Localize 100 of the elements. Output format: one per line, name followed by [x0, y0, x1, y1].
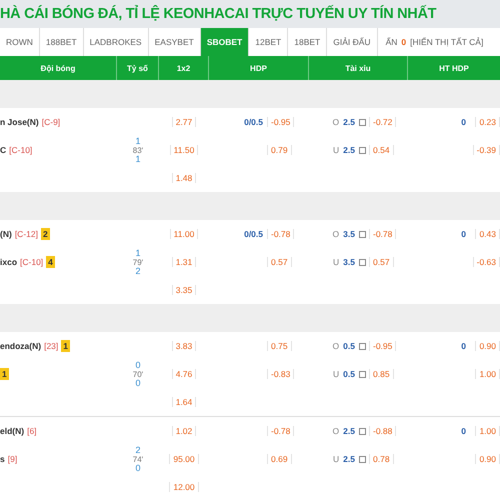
over-under-label: O [332, 229, 340, 239]
odds-value[interactable]: 3.35 [172, 285, 196, 295]
team-name: C [0, 145, 6, 155]
odds-value[interactable]: 1.02 [172, 426, 196, 436]
match-minute: 79' [132, 258, 144, 266]
total-line: 3.5 [343, 229, 355, 239]
column-header: HT HDP [438, 62, 470, 74]
odds-value[interactable]: 0.69 [267, 454, 292, 464]
odds-value[interactable]: -0.95 [267, 117, 294, 127]
team-name: endoza(N) [0, 341, 42, 351]
odds-value[interactable]: 0.23 [475, 117, 500, 127]
team-rank: [9] [8, 454, 18, 464]
over-under-label: U [333, 369, 340, 379]
square-icon [359, 428, 366, 434]
home-goals: 1 [135, 136, 140, 146]
team-rank: [C-10] [9, 145, 32, 155]
team-name: eld(N) [0, 426, 24, 436]
column-header: HDP [209, 56, 309, 80]
odds-value[interactable]: 1.31 [172, 257, 196, 267]
total-line: 2.5 [343, 145, 355, 155]
odds-value[interactable]: 0.57 [267, 257, 292, 267]
odds-value[interactable]: 0.90 [475, 454, 500, 464]
handicap-line: 0 [461, 426, 466, 436]
home-goals: 2 [135, 446, 140, 454]
hidden-label: ẨN [386, 37, 398, 47]
card-count: 2 [40, 228, 50, 240]
over-under-label: O [332, 117, 340, 127]
handicap-line: 0 [461, 229, 466, 239]
odds-value[interactable]: -0.72 [369, 117, 396, 127]
column-header: Tài xỉu [309, 56, 408, 80]
total-line: 2.5 [343, 426, 355, 436]
square-icon [359, 230, 366, 238]
odds-value[interactable]: 0.75 [267, 341, 292, 351]
square-icon [359, 118, 366, 126]
square-icon [359, 370, 366, 378]
show-all-link[interactable]: [HIỂN THỊ TẤT CẢ] [410, 37, 484, 47]
team-rank: [23] [44, 341, 58, 351]
team-rank: [C-10] [20, 257, 44, 267]
total-line: 3.5 [343, 257, 355, 267]
team-rank: [6] [27, 426, 37, 436]
handicap-line: 0/0.5 [244, 117, 263, 127]
over-under-label: U [333, 454, 340, 464]
team-name: s [0, 454, 5, 464]
away-goals: 2 [135, 266, 140, 276]
over-under-label: U [333, 257, 340, 267]
odds-value[interactable]: 0.54 [369, 145, 394, 155]
team-name: (N) [0, 229, 12, 239]
odds-value[interactable]: 0.43 [475, 229, 500, 239]
odds-value[interactable]: -0.78 [267, 229, 294, 239]
card-count: 4 [46, 256, 55, 268]
odds-value[interactable]: 95.00 [169, 454, 199, 464]
match-minute: 83' [132, 146, 144, 154]
odds-value[interactable]: 3.83 [172, 341, 196, 351]
match-minute: 70' [132, 370, 144, 378]
odds-value[interactable]: -0.63 [472, 257, 500, 267]
over-under-label: O [332, 426, 340, 436]
away-goals: 0 [135, 464, 140, 472]
odds-value[interactable]: 4.76 [172, 369, 196, 379]
total-line: 2.5 [343, 454, 355, 464]
match-minute: 74' [132, 454, 144, 464]
page-title: HÀ CÁI BÓNG ĐÁ, TỈ LỆ KEONHACAI TRỰC TUYẾN UY TÍN NHẤT [0, 6, 436, 22]
odds-value[interactable]: 1.64 [172, 397, 196, 407]
handicap-line: 0 [461, 341, 466, 351]
team-rank: [C-12] [14, 229, 38, 239]
odds-value[interactable]: -0.78 [267, 426, 294, 436]
square-icon [359, 456, 366, 462]
bookmaker-tab[interactable]: SBOBET [200, 28, 250, 56]
handicap-line: 0 [461, 117, 466, 127]
odds-value[interactable]: 12.00 [169, 482, 199, 492]
odds-value[interactable]: 1.00 [475, 369, 500, 379]
column-header: Tỷ số [117, 56, 159, 80]
odds-value[interactable]: 11.00 [170, 229, 198, 239]
odds-value[interactable]: -0.39 [472, 145, 500, 155]
square-icon [359, 146, 366, 154]
odds-value[interactable]: -0.83 [267, 369, 294, 379]
odds-value[interactable]: 1.48 [172, 173, 196, 183]
team-name: n Jose(N) [0, 117, 39, 127]
odds-value[interactable]: -0.88 [369, 426, 396, 436]
odds-value[interactable]: 0.78 [369, 454, 394, 464]
column-header: 1x2 [159, 56, 209, 80]
team-name: ixco [0, 257, 18, 267]
odds-value[interactable]: 11.50 [170, 145, 198, 155]
over-under-label: O [332, 341, 340, 351]
total-line: 2.5 [343, 117, 355, 127]
odds-value[interactable]: 0.79 [267, 145, 292, 155]
odds-value[interactable]: 0.90 [475, 341, 500, 351]
card-count: 1 [61, 340, 70, 352]
odds-value[interactable]: 1.00 [475, 426, 500, 436]
hidden-count: 0 [401, 37, 406, 47]
home-goals: 1 [135, 248, 140, 258]
square-icon [359, 342, 366, 350]
odds-value[interactable]: -0.95 [369, 341, 396, 351]
card-count: 1 [0, 368, 9, 380]
odds-value[interactable]: 0.85 [369, 369, 394, 379]
team-rank: [C-9] [42, 117, 60, 127]
square-icon [359, 258, 366, 266]
odds-value[interactable]: -0.78 [369, 229, 396, 239]
total-line: 0.5 [343, 369, 355, 379]
odds-value[interactable]: 2.77 [172, 117, 196, 127]
odds-value[interactable]: 0.57 [369, 257, 394, 267]
